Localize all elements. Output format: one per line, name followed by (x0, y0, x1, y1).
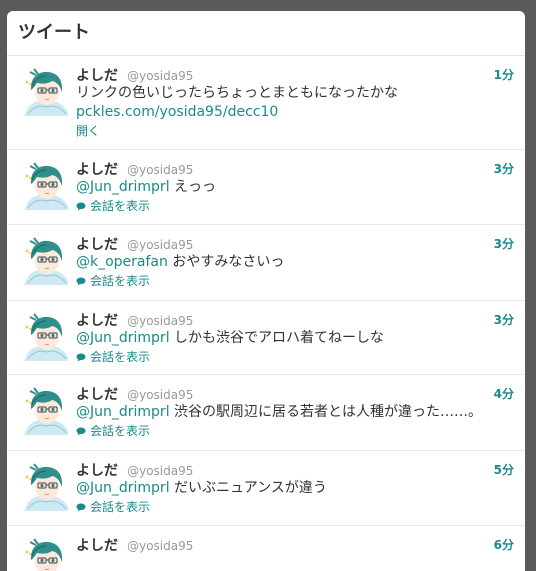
show-conversation-button[interactable]: 会話を表示 (76, 197, 515, 215)
screen-name[interactable]: @yosida95 (127, 388, 193, 402)
tweet-item[interactable]: よしだ @yosida95 1分 リンクの色いじったらちょっとまともになったかな… (7, 56, 525, 150)
tweet-text: リンクの色いじったらちょっとまともになったかな (76, 85, 398, 101)
show-conversation-label: 会話を表示 (90, 350, 151, 364)
avatar[interactable] (22, 68, 70, 116)
screen-name[interactable]: @yosida95 (127, 69, 193, 83)
tweet-body: 渋谷の駅周辺に居る若者とは人種が違った……。 (169, 404, 483, 420)
tweet-time[interactable]: 3分 (494, 160, 514, 177)
tweet-text: @k_operafan おやすみなさいっ (76, 253, 515, 272)
tweet-time[interactable]: 4分 (494, 385, 514, 402)
tweet-time[interactable]: 1分 (494, 66, 514, 83)
tweet-body: おやすみなさいっ (167, 254, 285, 270)
tweet-text: @Jun_drimprl 渋谷の駅周辺に居る若者とは人種が違った……。 (76, 403, 515, 422)
open-link-button[interactable]: 開く (76, 122, 515, 140)
show-conversation-button[interactable]: 会話を表示 (76, 422, 515, 440)
mention-link[interactable]: @Jun_drimprl (76, 179, 170, 195)
open-label: 開く (76, 124, 101, 138)
avatar[interactable] (22, 237, 70, 285)
show-conversation-button[interactable]: 会話を表示 (76, 272, 515, 290)
mention-link[interactable]: @Jun_drimprl (76, 330, 170, 346)
avatar[interactable] (22, 387, 70, 435)
avatar[interactable] (22, 162, 70, 210)
screen-name[interactable]: @yosida95 (127, 163, 193, 177)
tweets-panel: ツイート よしだ @yosida95 1分 リンクの色いじったらちょっとまともに… (7, 11, 525, 571)
tweet-text: @Jun_drimprl しかも渋谷でアロハ着てねーしな (76, 329, 515, 348)
user-name[interactable]: よしだ (76, 68, 118, 84)
tweet-item[interactable]: よしだ @yosida95 5分 @Jun_drimprl だいぶニュアンスが違… (7, 451, 525, 526)
show-conversation-label: 会話を表示 (90, 500, 151, 514)
speech-bubble-icon (76, 277, 86, 286)
tweet-item[interactable]: よしだ @yosida95 3分 @Jun_drimprl しかも渋谷でアロハ着… (7, 301, 525, 375)
tweet-time[interactable]: 6分 (494, 536, 514, 553)
show-conversation-label: 会話を表示 (90, 424, 151, 438)
show-conversation-label: 会話を表示 (90, 274, 151, 288)
user-name[interactable]: よしだ (76, 387, 118, 403)
tweet-link[interactable]: pckles.com/yosida95/decc10 (76, 103, 515, 122)
tweet-item[interactable]: よしだ @yosida95 3分 @k_operafan おやすみなさいっ 会話… (7, 225, 525, 301)
user-name[interactable]: よしだ (76, 313, 118, 329)
user-name[interactable]: よしだ (76, 538, 118, 554)
avatar[interactable] (22, 463, 70, 511)
tweet-item[interactable]: よしだ @yosida95 3分 @Jun_drimprl えっっ 会話を表示 (7, 150, 525, 225)
tweet-body: えっっ (169, 179, 217, 195)
mention-link[interactable]: @Jun_drimprl (76, 404, 170, 420)
screen-name[interactable]: @yosida95 (127, 464, 193, 478)
mention-link[interactable]: @k_operafan (76, 254, 168, 270)
mention-link[interactable]: @Jun_drimprl (76, 480, 170, 496)
tweet-body: しかも渋谷でアロハ着てねーしな (169, 330, 385, 346)
speech-bubble-icon (76, 503, 86, 512)
tweet-body: だいぶニュアンスが違う (169, 480, 327, 496)
tweet-item[interactable]: よしだ @yosida95 4分 @Jun_drimprl 渋谷の駅周辺に居る若… (7, 375, 525, 451)
tweet-item[interactable]: よしだ @yosida95 6分 (7, 526, 525, 571)
screen-name[interactable]: @yosida95 (127, 539, 193, 553)
tweet-text: @Jun_drimprl だいぶニュアンスが違う (76, 479, 515, 498)
screen-name[interactable]: @yosida95 (127, 238, 193, 252)
panel-title: ツイート (18, 22, 90, 43)
user-name[interactable]: よしだ (76, 237, 118, 253)
user-name[interactable]: よしだ (76, 463, 118, 479)
show-conversation-button[interactable]: 会話を表示 (76, 348, 515, 366)
avatar[interactable] (22, 538, 70, 571)
speech-bubble-icon (76, 353, 86, 362)
speech-bubble-icon (76, 427, 86, 436)
tweet-time[interactable]: 3分 (494, 235, 514, 252)
show-conversation-label: 会話を表示 (90, 199, 151, 213)
tweet-text: @Jun_drimprl えっっ (76, 178, 515, 197)
tweet-time[interactable]: 3分 (494, 311, 514, 328)
user-name[interactable]: よしだ (76, 162, 118, 178)
tweet-time[interactable]: 5分 (494, 461, 514, 478)
avatar[interactable] (22, 313, 70, 361)
screen-name[interactable]: @yosida95 (127, 314, 193, 328)
show-conversation-button[interactable]: 会話を表示 (76, 498, 515, 516)
panel-header: ツイート (7, 11, 525, 56)
speech-bubble-icon (76, 202, 86, 211)
